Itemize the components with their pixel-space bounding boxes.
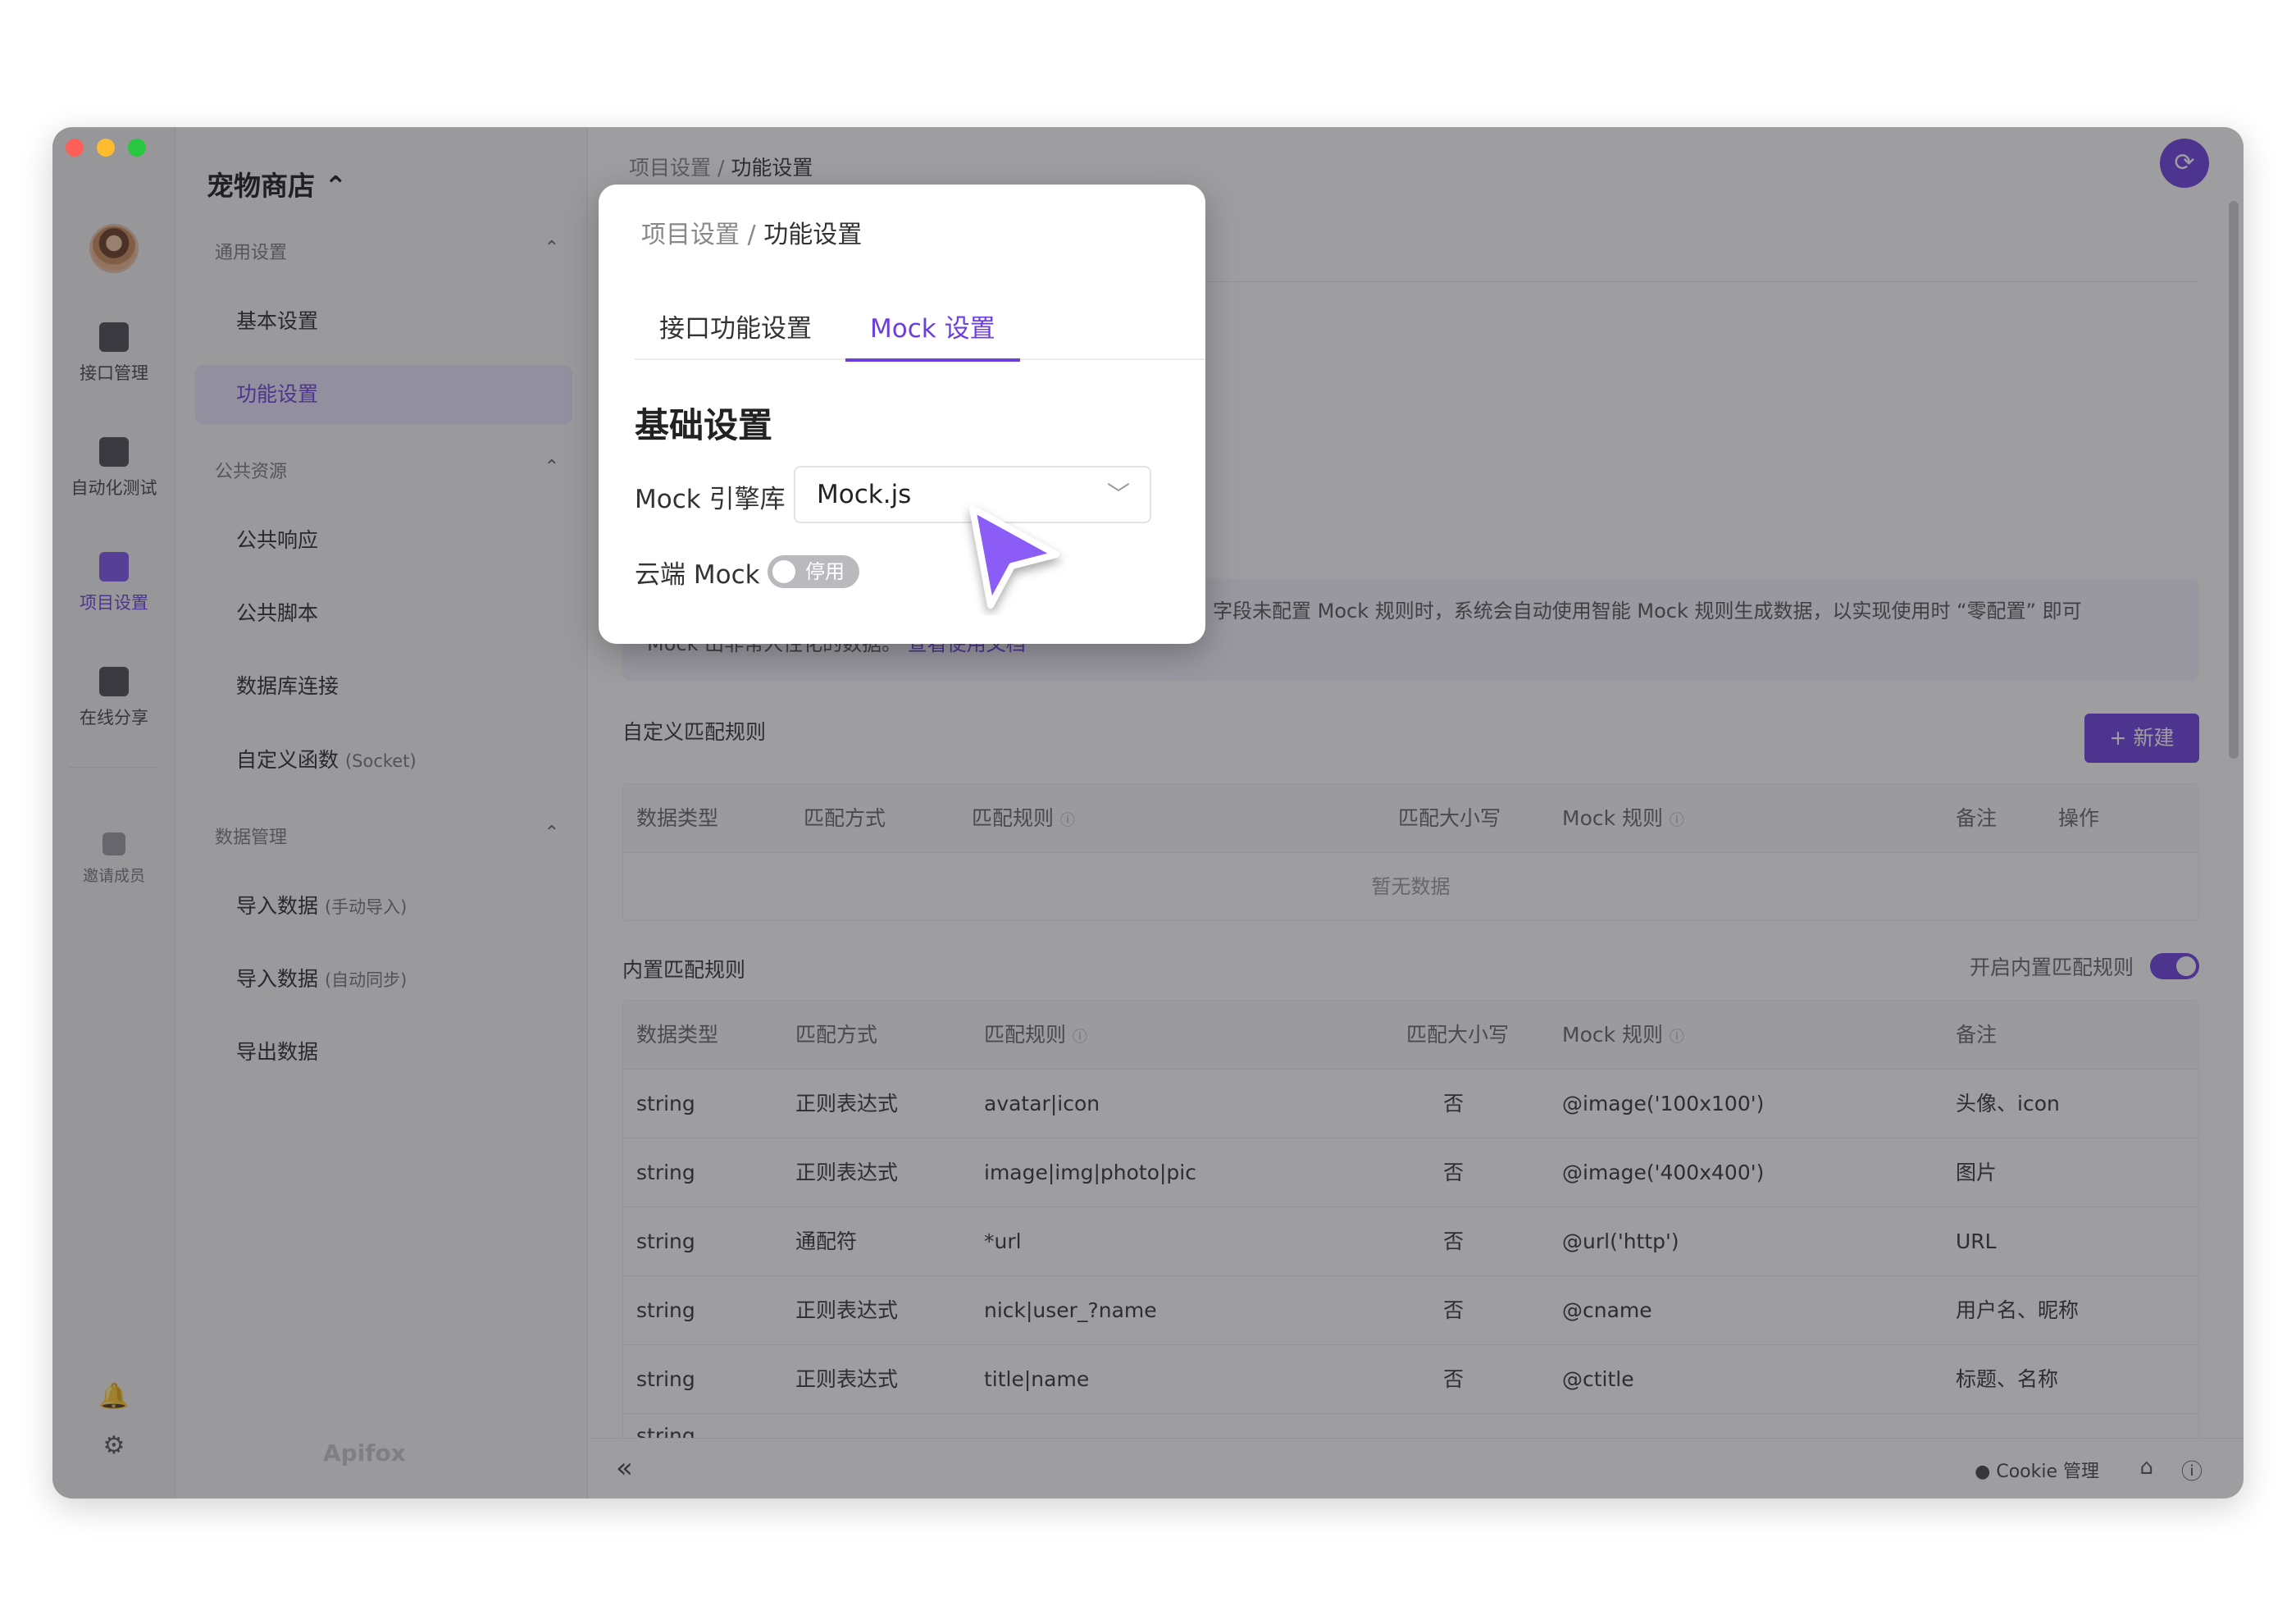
engine-label: Mock 引擎库	[635, 485, 786, 514]
minimize-window-button[interactable]	[97, 139, 115, 157]
cloud-mock-label: 云端 Mock	[635, 560, 760, 590]
chevron-down-icon: ﹀	[1106, 481, 1130, 508]
cursor-pointer-icon	[969, 505, 1059, 609]
settings-popup: 项目设置 / 功能设置 接口功能设置 Mock 设置 基础设置 Mock 引擎库…	[599, 185, 1205, 644]
cloud-mock-toggle[interactable]: 停用	[768, 555, 859, 588]
tab-api-features[interactable]: 接口功能设置	[659, 298, 812, 360]
popup-breadcrumb: 项目设置 / 功能设置	[641, 221, 863, 249]
section-title: 基础设置	[635, 405, 773, 445]
window-controls	[66, 139, 146, 157]
maximize-window-button[interactable]	[128, 139, 146, 157]
tab-mock-settings[interactable]: Mock 设置	[845, 298, 1020, 362]
settings-tabs: 接口功能设置 Mock 设置	[635, 298, 1205, 362]
close-window-button[interactable]	[66, 139, 84, 157]
